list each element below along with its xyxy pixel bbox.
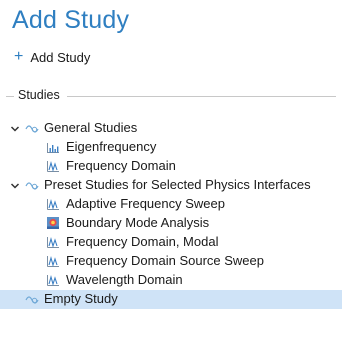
- tree-item-adaptive-frequency-sweep[interactable]: Adaptive Frequency Sweep: [0, 195, 342, 214]
- tree-item-frequency-domain[interactable]: Frequency Domain: [0, 157, 342, 176]
- boundary-mode-icon: [47, 217, 59, 229]
- tree-node-general-studies[interactable]: General Studies: [0, 119, 342, 138]
- tree-item-wavelength-domain[interactable]: Wavelength Domain: [0, 271, 342, 290]
- frequency-domain-icon: [47, 198, 59, 210]
- frequency-domain-icon: [47, 160, 59, 172]
- add-study-label: Add Study: [30, 49, 91, 65]
- tree-node-preset-studies[interactable]: Preset Studies for Selected Physics Inte…: [0, 176, 342, 195]
- tree-item-frequency-domain-source-sweep[interactable]: Frequency Domain Source Sweep: [0, 252, 342, 271]
- chevron-down-icon[interactable]: [10, 124, 20, 134]
- frequency-domain-icon: [47, 236, 59, 248]
- tree-node-label: Empty Study: [44, 291, 118, 306]
- tree-item-label: Boundary Mode Analysis: [66, 215, 210, 230]
- tree-item-label: Frequency Domain, Modal: [66, 234, 219, 249]
- study-group-icon: [25, 296, 39, 304]
- chevron-down-icon[interactable]: [10, 181, 20, 191]
- study-group-icon: [25, 182, 39, 190]
- plus-icon: +: [14, 48, 24, 65]
- studies-group-header: Studies: [0, 88, 342, 104]
- study-group-icon: [25, 125, 39, 133]
- divider: [67, 96, 336, 97]
- frequency-domain-icon: [47, 274, 59, 286]
- tree-item-eigenfrequency[interactable]: Eigenfrequency: [0, 138, 342, 157]
- divider: [6, 96, 14, 97]
- tree-node-label: Preset Studies for Selected Physics Inte…: [44, 177, 311, 192]
- eigenfrequency-icon: [47, 143, 59, 153]
- page-title: Add Study: [12, 6, 130, 34]
- tree-item-label: Frequency Domain Source Sweep: [66, 253, 264, 268]
- frequency-domain-icon: [47, 255, 59, 267]
- tree-item-boundary-mode-analysis[interactable]: Boundary Mode Analysis: [0, 214, 342, 233]
- tree-node-label: General Studies: [44, 120, 138, 135]
- study-tree: General Studies Eigenfrequency Frequency…: [0, 119, 342, 309]
- tree-item-frequency-domain-modal[interactable]: Frequency Domain, Modal: [0, 233, 342, 252]
- tree-node-empty-study[interactable]: Empty Study: [0, 290, 342, 309]
- tree-item-label: Wavelength Domain: [66, 272, 183, 287]
- add-study-button[interactable]: + Add Study: [14, 49, 90, 65]
- tree-item-label: Eigenfrequency: [66, 139, 157, 154]
- studies-group-label: Studies: [18, 88, 60, 102]
- tree-item-label: Adaptive Frequency Sweep: [66, 196, 225, 211]
- tree-item-label: Frequency Domain: [66, 158, 176, 173]
